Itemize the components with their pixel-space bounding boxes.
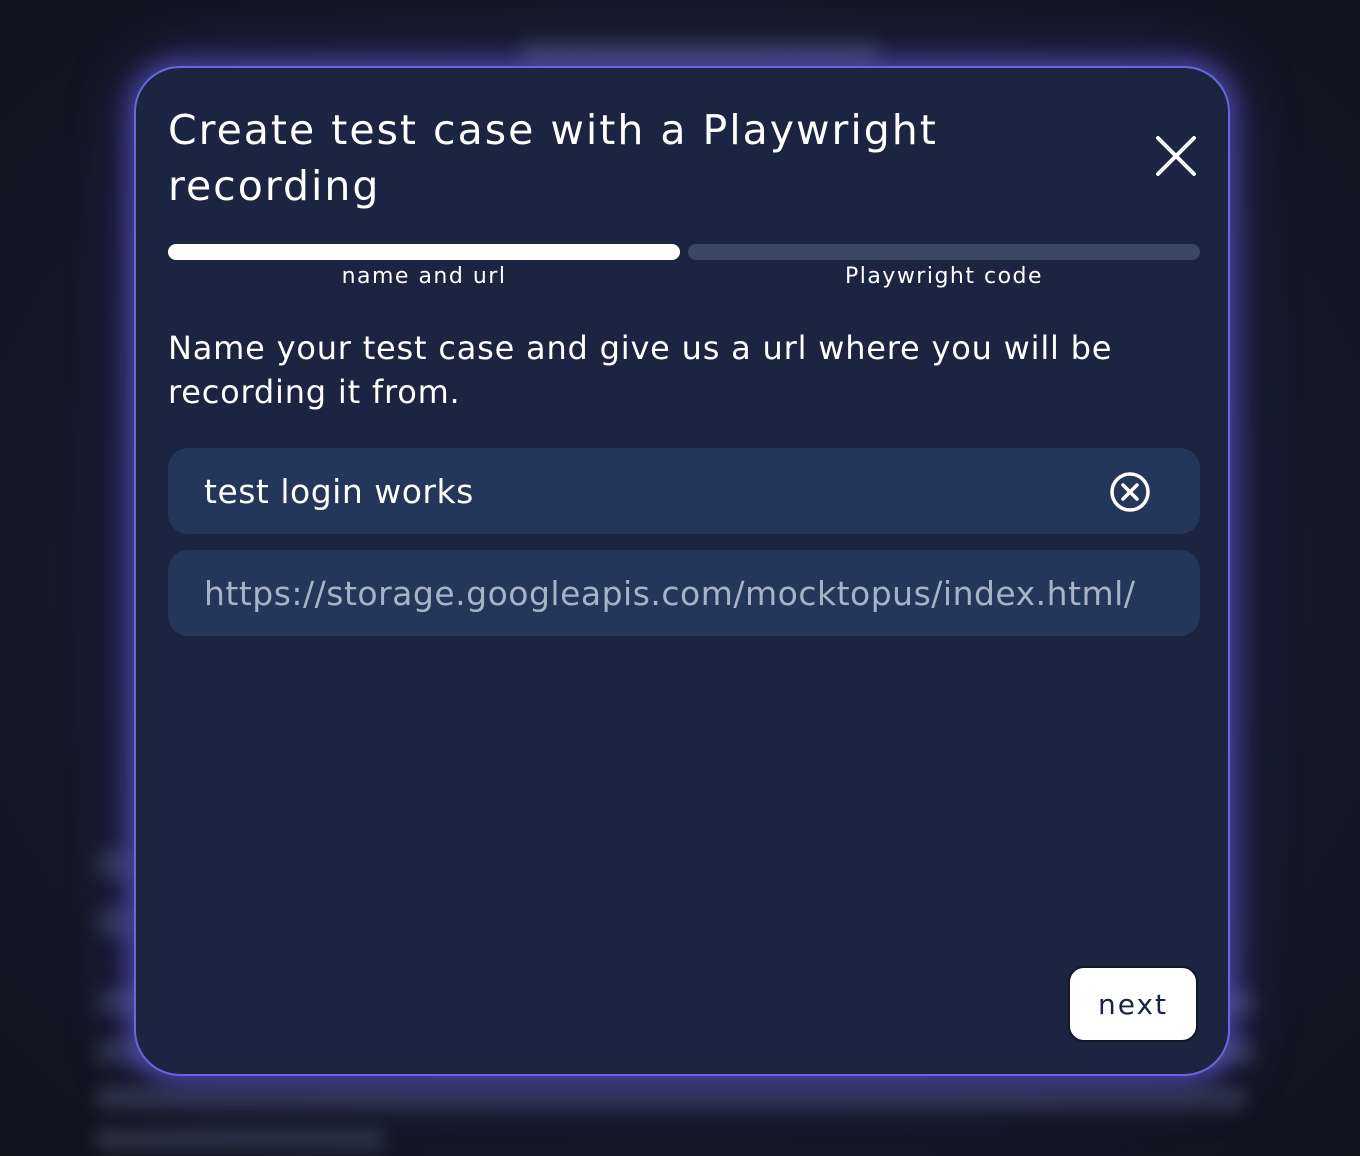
close-button[interactable] — [1152, 132, 1200, 180]
clear-name-button[interactable] — [1108, 470, 1152, 514]
create-test-case-modal: Create test case with a Playwright recor… — [134, 66, 1230, 1076]
step-label: Playwright code — [844, 264, 1044, 289]
url-field — [168, 550, 1200, 636]
blurred-text — [96, 850, 134, 878]
step-playwright-code: Playwright code — [688, 244, 1200, 292]
test-name-input[interactable] — [204, 448, 1084, 534]
blurred-header-text — [520, 40, 880, 66]
blurred-text — [96, 908, 134, 936]
url-input[interactable] — [204, 550, 1184, 636]
step-progress: name and url Playwright code — [168, 244, 1200, 294]
next-button[interactable]: next — [1068, 966, 1198, 1042]
modal-title: Create test case with a Playwright recor… — [168, 106, 938, 210]
blurred-text — [96, 1086, 1246, 1110]
step-progress-bar — [688, 244, 1200, 260]
clear-circle-x-icon — [1110, 472, 1150, 512]
step-name-and-url: name and url — [168, 244, 680, 292]
step-label: name and url — [341, 264, 507, 289]
blurred-text — [96, 1128, 386, 1150]
modal-description: Name your test case and give us a url wh… — [168, 329, 1113, 411]
close-icon — [1156, 136, 1196, 176]
step-progress-bar — [168, 244, 680, 260]
test-name-field — [168, 448, 1200, 534]
